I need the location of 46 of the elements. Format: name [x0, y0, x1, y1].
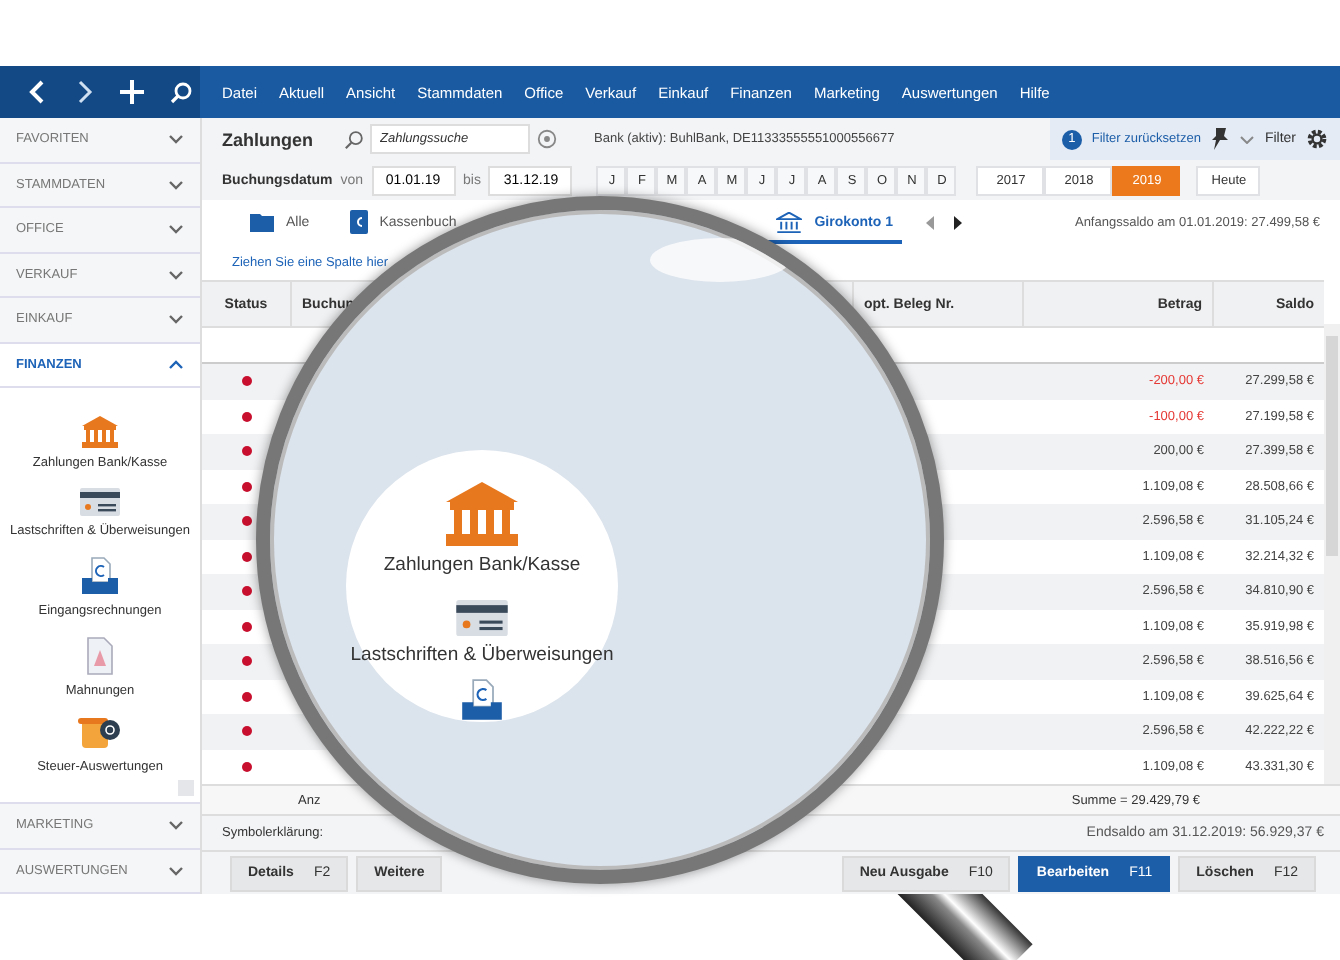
bank-building-icon — [776, 211, 803, 233]
page-title: Zahlungen — [222, 129, 315, 149]
add-icon[interactable] — [120, 80, 144, 104]
settings-icon[interactable] — [1306, 128, 1328, 150]
chevron-down-icon[interactable] — [168, 134, 184, 145]
chevron-down-icon[interactable] — [168, 865, 184, 876]
bank-building-icon — [441, 482, 522, 546]
chevron-down-icon[interactable] — [1240, 135, 1255, 143]
tab-scroll-left-icon[interactable] — [925, 215, 935, 229]
lens-glare — [650, 238, 790, 282]
search-options-icon[interactable] — [536, 128, 558, 150]
status-dot — [242, 656, 252, 667]
status-dot — [242, 411, 252, 422]
back-icon[interactable] — [28, 80, 48, 104]
tab-scroll-right-icon[interactable] — [951, 215, 961, 229]
magnified-item-label: Lastschriften & Überweisungen — [350, 644, 614, 666]
status-dot — [242, 726, 252, 737]
status-dot — [242, 446, 252, 457]
status-dot — [242, 691, 252, 702]
bank-building-icon — [80, 416, 120, 448]
scrollbar[interactable] — [1324, 324, 1340, 784]
search-icon[interactable] — [344, 129, 364, 149]
pin-icon[interactable] — [1210, 128, 1231, 150]
chevron-down-icon[interactable] — [168, 820, 184, 831]
status-dot — [242, 761, 252, 772]
folder-icon — [250, 212, 274, 232]
cash-book-icon — [349, 210, 368, 234]
chevron-up-icon[interactable] — [168, 359, 184, 370]
chevron-down-icon[interactable] — [168, 314, 184, 325]
document-warning-icon — [86, 636, 114, 676]
chevron-down-icon[interactable] — [168, 224, 184, 235]
search-icon[interactable] — [170, 81, 192, 103]
invoice-tray-icon — [79, 556, 120, 596]
magnified-item-label: Zahlungen Bank/Kasse — [383, 554, 581, 576]
credit-card-icon — [456, 600, 508, 636]
credit-card-icon — [80, 488, 120, 516]
scroll-coin-icon — [78, 716, 122, 752]
chevron-down-icon[interactable] — [168, 179, 184, 190]
status-dot — [242, 516, 252, 527]
status-dot — [242, 376, 252, 387]
chevron-down-icon[interactable] — [168, 269, 184, 280]
status-dot — [242, 551, 252, 562]
status-dot — [242, 481, 252, 492]
forward-icon[interactable] — [74, 80, 94, 104]
status-dot — [242, 586, 252, 597]
status-dot — [242, 621, 252, 632]
